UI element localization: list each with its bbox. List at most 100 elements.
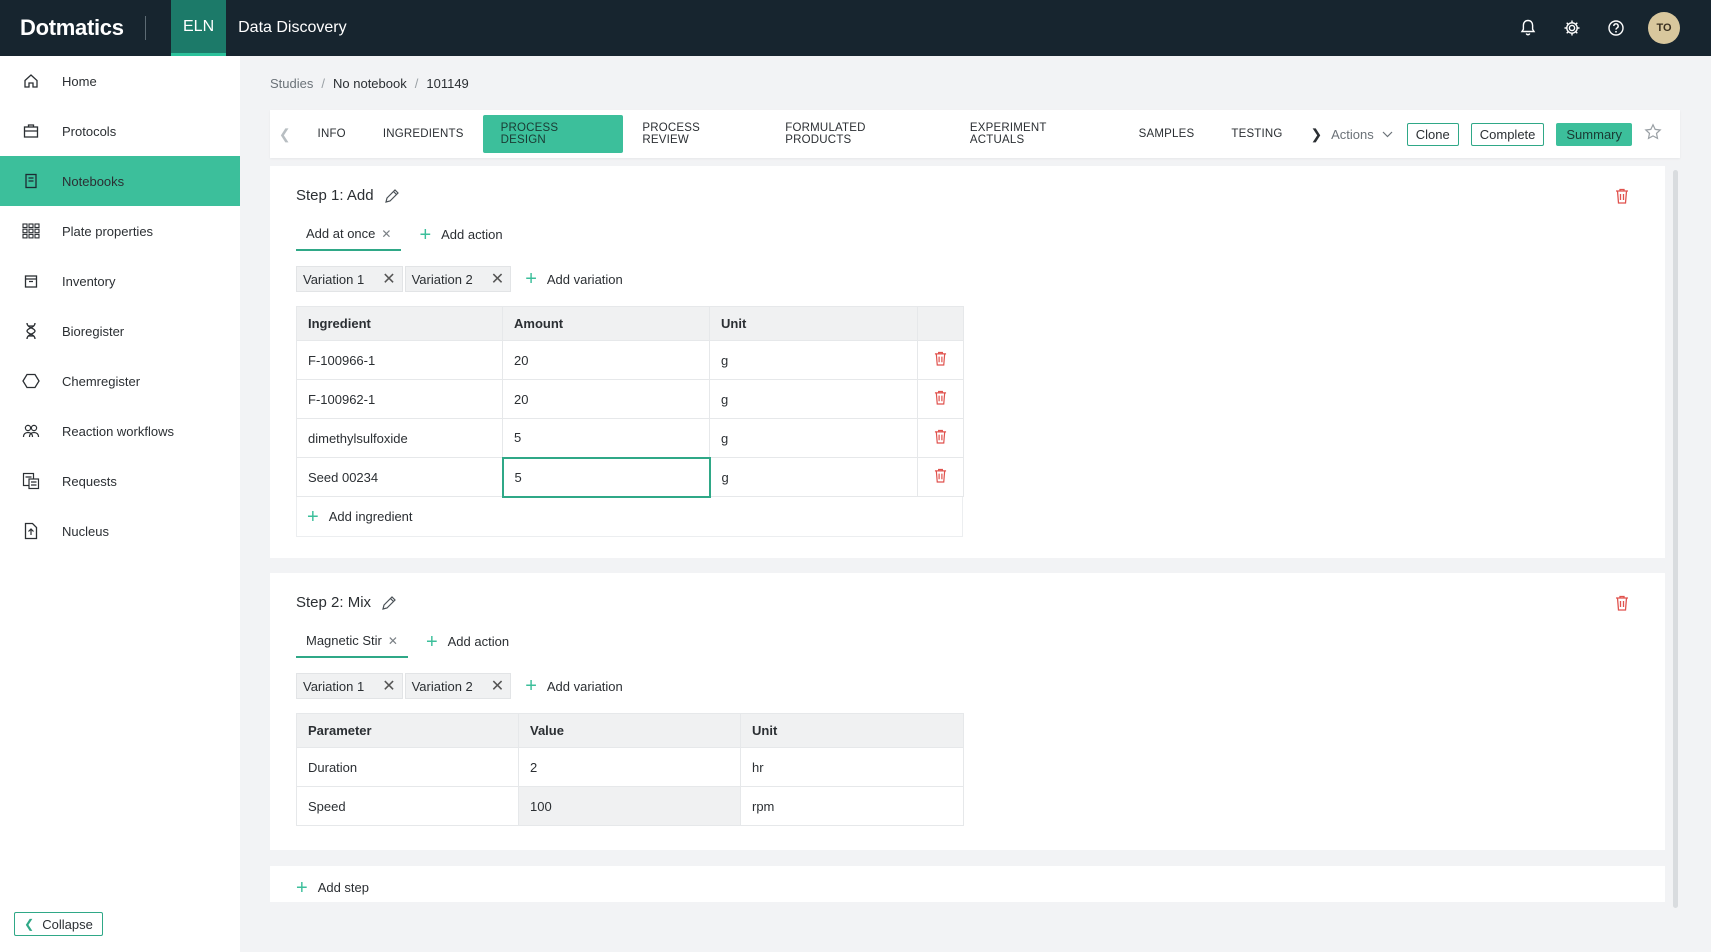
ingredient-cell[interactable]: dimethylsulfoxide	[296, 418, 503, 458]
action-tab-magnetic-stir[interactable]: Magnetic Stir ✕	[296, 633, 408, 658]
sidebar-item-home[interactable]: Home	[0, 56, 240, 106]
box-icon	[22, 272, 40, 290]
column-header-actions	[917, 306, 964, 341]
actions-dropdown[interactable]: Actions	[1331, 127, 1393, 142]
close-icon[interactable]: ✕	[381, 227, 391, 241]
column-header: Value	[518, 713, 741, 748]
close-icon[interactable]: ✕	[382, 676, 395, 696]
star-icon[interactable]	[1644, 122, 1662, 146]
parameter-cell: Duration	[296, 747, 519, 787]
bell-icon[interactable]	[1516, 16, 1540, 40]
value-cell[interactable]: 2	[518, 747, 741, 787]
tab-info[interactable]: INFO	[300, 121, 364, 147]
add-variation-label: Add variation	[546, 678, 623, 694]
clone-button[interactable]: Clone	[1406, 122, 1459, 146]
add-ingredient-button[interactable]: + Add ingredient	[296, 497, 963, 537]
close-icon[interactable]: ✕	[491, 676, 504, 696]
summary-button[interactable]: Summary	[1556, 122, 1633, 146]
sidebar-item-chemregister[interactable]: Chemregister	[0, 356, 240, 406]
trash-icon	[934, 429, 947, 444]
delete-step-2-icon[interactable]	[1615, 595, 1629, 616]
step-1-variations: Variation 1 ✕ Variation 2 ✕ + Add variat…	[296, 266, 623, 292]
amount-cell[interactable]: 5	[502, 418, 710, 458]
add-variation-button[interactable]: + Add variation	[525, 676, 623, 696]
complete-button[interactable]: Complete	[1470, 122, 1545, 146]
sidebar-item-inventory[interactable]: Inventory	[0, 256, 240, 306]
amount-input[interactable]: 5	[501, 456, 711, 498]
tab-process-design[interactable]: PROCESS DESIGN	[482, 115, 624, 153]
sidebar-item-reaction-workflows[interactable]: Reaction workflows	[0, 406, 240, 456]
briefcase-icon	[22, 122, 40, 140]
collapse-button[interactable]: ❮ Collapse	[14, 912, 103, 936]
unit-cell[interactable]: g	[709, 340, 918, 380]
chevron-left-icon: ❮	[24, 917, 35, 931]
brand-logo[interactable]: Dotmatics	[0, 15, 145, 41]
ingredient-cell[interactable]: F-100962-1	[296, 379, 503, 419]
pencil-icon[interactable]	[381, 595, 397, 611]
plus-icon: +	[525, 268, 537, 290]
tab-process-review[interactable]: PROCESS REVIEW	[624, 115, 766, 153]
requests-icon	[22, 472, 40, 490]
tab-samples[interactable]: SAMPLES	[1121, 121, 1213, 147]
sidebar-item-nucleus[interactable]: Nucleus	[0, 506, 240, 556]
avatar[interactable]: TO	[1648, 12, 1680, 44]
ingredient-cell[interactable]: F-100966-1	[296, 340, 503, 380]
sidebar-item-requests[interactable]: Requests	[0, 456, 240, 506]
amount-cell[interactable]: 20	[502, 340, 710, 380]
collapse-label: Collapse	[42, 916, 93, 932]
sidebar-item-plate-properties[interactable]: Plate properties	[0, 206, 240, 256]
variation-chip[interactable]: Variation 2 ✕	[404, 673, 512, 699]
nav-data-discovery[interactable]: Data Discovery	[226, 0, 358, 56]
delete-row-button[interactable]	[917, 379, 964, 419]
ingredient-cell[interactable]: Seed 00234	[296, 457, 503, 497]
scrollbar[interactable]	[1673, 170, 1678, 908]
delete-row-button[interactable]	[917, 340, 964, 380]
delete-row-button[interactable]	[917, 457, 964, 497]
variation-chip[interactable]: Variation 2 ✕	[404, 266, 512, 292]
add-step-button[interactable]: + Add step	[296, 878, 369, 898]
action-tab-add-at-once[interactable]: Add at once ✕	[296, 226, 402, 251]
add-variation-button[interactable]: + Add variation	[525, 268, 623, 290]
unit-cell[interactable]: g	[709, 379, 918, 419]
delete-step-1-icon[interactable]	[1615, 188, 1629, 209]
close-icon[interactable]: ✕	[382, 269, 395, 289]
add-variation-label: Add variation	[546, 271, 623, 287]
plus-icon: +	[307, 505, 319, 528]
close-icon[interactable]: ✕	[388, 634, 398, 648]
sidebar-item-label: Notebooks	[62, 173, 125, 189]
unit-cell[interactable]: hr	[740, 747, 964, 787]
sidebar-item-protocols[interactable]: Protocols	[0, 106, 240, 156]
tab-ingredients[interactable]: INGREDIENTS	[365, 121, 482, 147]
variation-label: Variation 1	[303, 678, 365, 694]
gear-icon[interactable]	[1560, 16, 1584, 40]
tabs-scroll-left-icon[interactable]: ❮	[270, 126, 300, 143]
add-action-label: Add action	[441, 227, 503, 242]
sidebar-item-notebooks[interactable]: Notebooks	[0, 156, 240, 206]
tab-testing[interactable]: TESTING	[1213, 121, 1300, 147]
breadcrumb-notebook[interactable]: No notebook	[333, 76, 407, 91]
nav-eln[interactable]: ELN	[171, 0, 227, 56]
parameter-cell: Speed	[296, 786, 519, 826]
pencil-icon[interactable]	[384, 188, 400, 204]
breadcrumb-studies[interactable]: Studies	[270, 76, 313, 91]
add-action-button[interactable]: + Add action	[419, 225, 503, 250]
unit-cell[interactable]: rpm	[740, 786, 964, 826]
sidebar-item-bioregister[interactable]: Bioregister	[0, 306, 240, 356]
help-icon[interactable]	[1604, 16, 1628, 40]
tabs-scroll-right-icon[interactable]: ❯	[1302, 126, 1332, 143]
variation-chip[interactable]: Variation 1 ✕	[296, 266, 403, 292]
breadcrumb-current: 101149	[426, 76, 469, 91]
tab-experiment-actuals[interactable]: EXPERIMENT ACTUALS	[952, 115, 1120, 153]
tab-formulated-products[interactable]: FORMULATED PRODUCTS	[767, 115, 951, 153]
add-action-button[interactable]: + Add action	[426, 632, 509, 657]
amount-cell[interactable]: 20	[502, 379, 710, 419]
unit-cell[interactable]: g	[709, 418, 918, 458]
step-1-title-text: Step 1: Add	[296, 187, 374, 204]
value-cell[interactable]: 100	[518, 786, 741, 826]
delete-row-button[interactable]	[917, 418, 964, 458]
unit-cell[interactable]: g	[709, 457, 918, 497]
variation-chip[interactable]: Variation 1 ✕	[296, 673, 403, 699]
table-header: Ingredient Amount Unit	[296, 306, 964, 341]
tabs-bar: ❮ INFO INGREDIENTS PROCESS DESIGN PROCES…	[270, 110, 1680, 158]
close-icon[interactable]: ✕	[491, 269, 504, 289]
